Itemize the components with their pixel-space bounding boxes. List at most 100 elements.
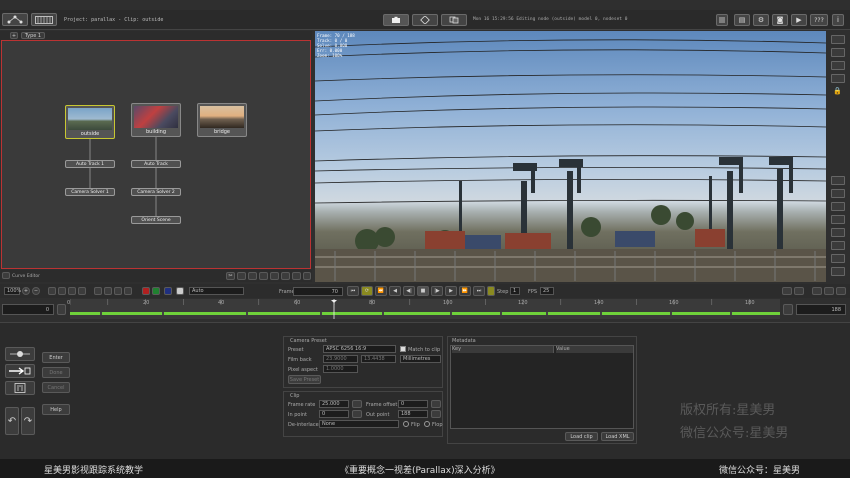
color-red-button[interactable] (142, 287, 150, 295)
tool-dots-icon[interactable] (831, 254, 845, 263)
layers-mode-button[interactable] (441, 14, 467, 26)
lock-icon[interactable]: 🔒 (833, 87, 842, 95)
flop-radio[interactable] (424, 421, 430, 427)
zoom-field[interactable]: 100% (4, 287, 21, 295)
step-back-button[interactable]: ◀| (403, 286, 415, 296)
auto-track-node-2[interactable]: Auto Track (131, 160, 181, 168)
view-b-button[interactable] (58, 287, 66, 295)
frame-rate-toggle[interactable] (352, 400, 362, 408)
view-d-button[interactable] (78, 287, 86, 295)
goto-end-button[interactable]: ⏭ (473, 286, 485, 296)
cancel-button[interactable]: Cancel (42, 382, 70, 393)
filmback-width-field[interactable]: 23.9000 (323, 355, 358, 363)
timeline-end-field[interactable]: 188 (796, 304, 846, 315)
view-split-icon[interactable] (831, 48, 845, 57)
prev-key-button[interactable]: ⏪ (375, 286, 387, 296)
frame-offset-field[interactable]: 0 (398, 400, 428, 408)
frame-rate-field[interactable]: 25.000 (319, 400, 349, 408)
view-f-button[interactable] (104, 287, 112, 295)
camera-solver-node-2[interactable]: Camera Solver 2 (131, 188, 181, 196)
enter-button[interactable]: Enter (42, 352, 70, 363)
tool-cut-button[interactable]: ✂ (226, 272, 235, 280)
undo-button[interactable]: ↶ (5, 407, 19, 435)
color-white-button[interactable] (176, 287, 184, 295)
zoom-in-button[interactable]: + (22, 287, 30, 295)
layout-button[interactable]: ▤ (734, 14, 750, 26)
frame-offset-toggle[interactable] (431, 400, 441, 408)
done-button[interactable]: Done (42, 367, 70, 378)
pb-right-1[interactable] (782, 287, 792, 295)
pb-right-4[interactable] (824, 287, 834, 295)
loop-button[interactable]: ⟳ (361, 286, 373, 296)
tool-edit-icon[interactable] (831, 215, 845, 224)
step-field[interactable]: 1 (510, 287, 520, 295)
save-preset-button[interactable]: Save Preset (288, 375, 321, 384)
tool-arrow-button[interactable] (5, 364, 35, 378)
tool-b7-button[interactable] (292, 272, 301, 280)
timeline-end-button[interactable] (783, 304, 793, 315)
tool-list-icon[interactable] (831, 202, 845, 211)
tool-b4-button[interactable] (259, 272, 268, 280)
view-stack-icon[interactable] (831, 74, 845, 83)
load-clip-button[interactable]: Load clip (565, 432, 598, 441)
tool-mesh-icon[interactable] (831, 241, 845, 250)
auto-select[interactable]: Auto (189, 287, 244, 295)
redo-button[interactable]: ↷ (21, 407, 35, 435)
view-single-icon[interactable] (831, 35, 845, 44)
view-c-button[interactable] (68, 287, 76, 295)
play-button[interactable]: ▶ (445, 286, 457, 296)
tool-layers-icon[interactable] (831, 267, 845, 276)
timeline-start-button[interactable] (57, 304, 66, 315)
pb-right-2[interactable] (794, 287, 804, 295)
view-quad-icon[interactable] (831, 61, 845, 70)
deinterlace-select[interactable]: None (319, 420, 399, 428)
tool-b5-button[interactable] (270, 272, 279, 280)
tool-b6-button[interactable] (281, 272, 290, 280)
viewer-panel[interactable] (315, 31, 826, 282)
pixel-aspect-field[interactable]: 1.0000 (323, 365, 358, 373)
play-back-button[interactable]: ◀ (389, 286, 401, 296)
curve-editor-toggle[interactable] (2, 272, 10, 279)
match-clip-checkbox[interactable] (400, 346, 406, 352)
tool-copy-button[interactable] (237, 272, 246, 280)
tool-link-icon[interactable] (831, 176, 845, 185)
stop-button[interactable]: ■ (417, 286, 429, 296)
load-xml-button[interactable]: Load XML (601, 432, 634, 441)
screenshot-button[interactable]: ◙ (772, 14, 788, 26)
frame-field[interactable]: 70 (293, 287, 343, 296)
info-button[interactable]: i (832, 14, 844, 26)
fps-field[interactable]: 25 (540, 287, 554, 295)
auto-track-node-1[interactable]: Auto Track 1 (65, 160, 115, 168)
orient-scene-node[interactable]: Orient Scene (131, 216, 181, 224)
view-h-button[interactable] (124, 287, 132, 295)
pb-right-3[interactable] (812, 287, 822, 295)
menu-button[interactable] (716, 14, 728, 26)
metadata-table[interactable] (450, 345, 634, 429)
camera-mode-button[interactable] (383, 14, 409, 26)
tool-refresh-icon[interactable] (831, 189, 845, 198)
tool-b8-button[interactable] (303, 272, 311, 280)
pb-right-5[interactable] (836, 287, 846, 295)
in-point-toggle[interactable] (352, 410, 362, 418)
timeline-start-field[interactable]: 0 (2, 304, 54, 315)
step-forward-button[interactable]: |▶ (431, 286, 443, 296)
color-blue-button[interactable] (164, 287, 172, 295)
view-g-button[interactable] (114, 287, 122, 295)
tool-calc-button[interactable] (5, 381, 35, 395)
units-select[interactable]: Millimetres (400, 355, 441, 363)
out-point-field[interactable]: 188 (398, 410, 428, 418)
zoom-out-button[interactable]: − (32, 287, 40, 295)
flip-radio[interactable] (403, 421, 409, 427)
preset-select[interactable]: APSC 6256 16:9 (323, 345, 396, 353)
tool-slider-button[interactable] (5, 347, 35, 361)
view-a-button[interactable] (48, 287, 56, 295)
settings-button[interactable]: ⚙ (753, 14, 769, 26)
tracker-mode-button[interactable] (412, 14, 438, 26)
tool-paste-button[interactable] (248, 272, 257, 280)
tool-grid-icon[interactable] (831, 228, 845, 237)
goto-start-button[interactable]: ⏮ (347, 286, 359, 296)
play-video-button[interactable]: ▶ (791, 14, 807, 26)
help-button[interactable]: ??? (810, 14, 828, 26)
next-key-button[interactable]: ⏩ (459, 286, 471, 296)
color-green-button[interactable] (152, 287, 160, 295)
